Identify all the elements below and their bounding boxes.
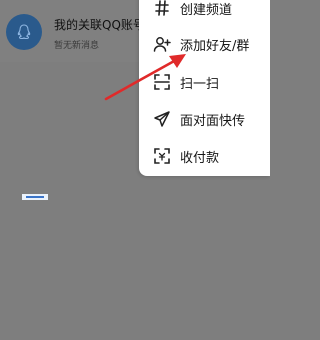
- menu-item-face-to-face-transfer[interactable]: 面对面快传: [139, 101, 270, 137]
- send-plane-icon: [153, 110, 171, 128]
- qq-penguin-icon: [17, 24, 31, 40]
- menu-item-scan[interactable]: 扫一扫: [139, 64, 270, 100]
- menu-item-payment[interactable]: 收付款: [139, 138, 270, 174]
- menu-item-label: 添加好友/群: [180, 38, 250, 54]
- conversation-subtitle: 暂无新消息: [54, 41, 100, 51]
- create-channel-icon: [153, 0, 171, 17]
- linked-account-avatar: [6, 14, 42, 50]
- menu-item-add-friend-group[interactable]: 添加好友/群: [139, 26, 270, 62]
- add-friend-icon: [153, 35, 171, 53]
- menu-item-label: 创建频道: [180, 2, 233, 18]
- menu-item-label: 收付款: [180, 150, 220, 166]
- plus-popup-menu: 创建频道 添加好友/群 扫一扫 面对面快传 收付款: [139, 0, 270, 176]
- blue-speck: [22, 194, 48, 200]
- menu-item-label: 面对面快传: [180, 113, 246, 129]
- menu-item-label: 扫一扫: [180, 76, 220, 92]
- menu-item-create-channel[interactable]: 创建频道: [139, 0, 270, 26]
- conversation-title: 我的关联QQ账号: [54, 18, 145, 32]
- screen: 我的关联QQ账号 暂无新消息 创建频道 添加好友/群 扫一扫 面对面快传 收付款: [0, 0, 270, 340]
- payment-scan-icon: [153, 147, 171, 165]
- scan-icon: [153, 73, 171, 91]
